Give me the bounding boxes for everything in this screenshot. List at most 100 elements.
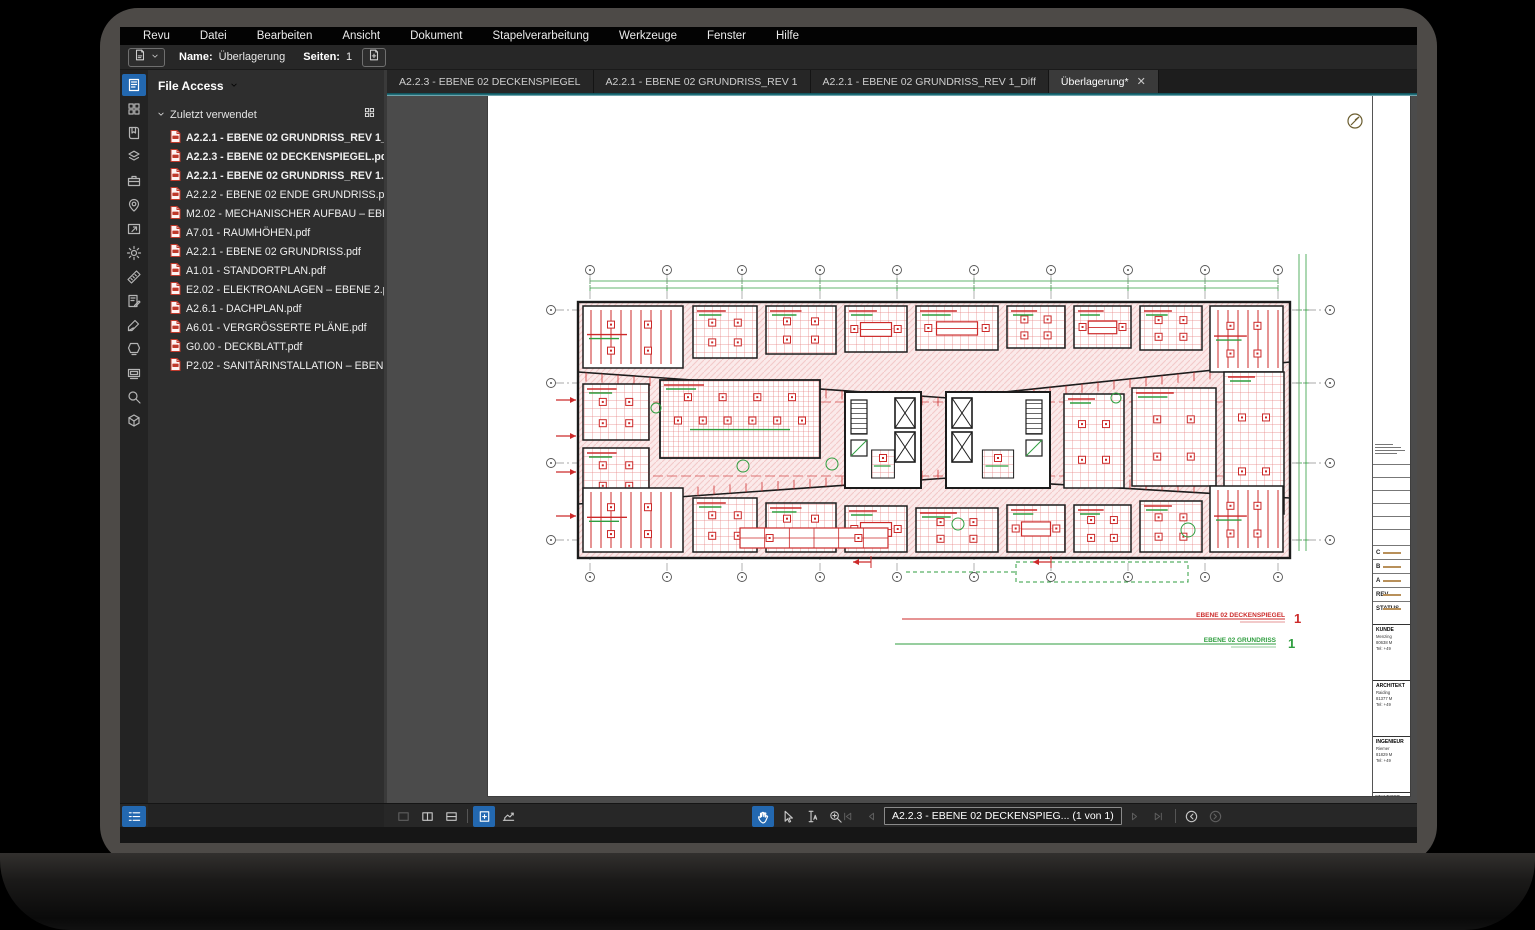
overlay-name-label: Name: [179, 51, 213, 63]
recent-files-list: A2.2.1 - EBENE 02 GRUNDRISS_REV 1_Diff.p… [148, 128, 384, 375]
menu-item-dokument[interactable]: Dokument [395, 27, 477, 45]
recent-file-item[interactable]: G0.00 - DECKBLATT.pdf [148, 337, 384, 356]
thumbnails-icon[interactable] [122, 98, 146, 120]
forms-icon[interactable] [122, 218, 146, 240]
search-icon[interactable] [122, 386, 146, 408]
title-block: CBAREVSTATUSKUNDEMenzing80638 MTel: +49A… [1372, 96, 1410, 796]
recent-file-item[interactable]: A6.01 - VERGRÖSSERTE PLÄNE.pdf [148, 318, 384, 337]
chevron-down-icon[interactable] [229, 77, 239, 95]
recent-file-item[interactable]: A2.2.1 - EBENE 02 GRUNDRISS_REV 1.pdf [148, 166, 384, 185]
split-vertical-icon[interactable] [416, 806, 438, 827]
laptop-base [0, 853, 1535, 930]
menu-bar: RevuDateiBearbeitenAnsichtDokumentStapel… [120, 27, 1417, 45]
pdf-file-icon [170, 168, 181, 184]
file-access-panel: File Access Zuletzt verwendet A2.2.1 - E… [148, 70, 384, 803]
menu-item-werkzeuge[interactable]: Werkzeuge [604, 27, 692, 45]
signature-icon[interactable] [122, 314, 146, 336]
split-horizontal-icon[interactable] [440, 806, 462, 827]
panel-title: File Access [158, 79, 224, 93]
status-bar: A2.2.3 - EBENE 02 DECKENSPIEG... (1 von … [120, 803, 1417, 827]
single-pane-icon[interactable] [392, 806, 414, 827]
menu-item-fenster[interactable]: Fenster [692, 27, 761, 45]
document-tab[interactable]: A2.2.3 - EBENE 02 DECKENSPIEGEL [387, 70, 594, 93]
tool-chest-icon[interactable] [122, 170, 146, 192]
recent-file-item[interactable]: A2.2.2 - EBENE 02 ENDE GRUNDRISS.pdf [148, 185, 384, 204]
pdf-file-icon [170, 149, 181, 165]
recent-files-label: Zuletzt verwendet [170, 109, 359, 121]
overlay-pages-label: Seiten: [303, 51, 340, 63]
menu-item-stapelverarbeitung[interactable]: Stapelverarbeitung [477, 27, 604, 45]
scanner-icon[interactable] [122, 362, 146, 384]
recent-files-section-header[interactable]: Zuletzt verwendet [148, 99, 384, 128]
svg-text:1: 1 [1288, 636, 1295, 651]
overlay-floorplan-drawing: EBENE 02 DECKENSPIEGEL 1 EBENE 02 GRUNDRIS… [488, 96, 1410, 796]
document-tab[interactable]: A2.2.1 - EBENE 02 GRUNDRISS_REV 1 [594, 70, 811, 93]
recent-file-item[interactable]: A2.2.1 - EBENE 02 GRUNDRISS.pdf [148, 242, 384, 261]
svg-text:EBENE 02 GRUNDRISS: EBENE 02 GRUNDRISS [1204, 637, 1277, 644]
prev-view-icon[interactable] [1181, 806, 1203, 827]
markup-list-icon[interactable] [122, 806, 146, 827]
markup-summary-icon[interactable] [122, 290, 146, 312]
nav-next-icon[interactable] [1124, 806, 1146, 827]
pdf-file-icon [170, 187, 181, 203]
chevron-down-icon [156, 106, 166, 124]
nav-last-icon[interactable] [1148, 806, 1170, 827]
pdf-file-icon [170, 282, 181, 298]
menu-item-bearbeiten[interactable]: Bearbeiten [242, 27, 328, 45]
nav-prev-icon[interactable] [860, 806, 882, 827]
pdf-file-icon [170, 358, 181, 374]
pdf-file-icon [170, 320, 181, 336]
svg-text:EBENE 02 DECKENSPIEGEL: EBENE 02 DECKENSPIEGEL [1196, 612, 1285, 619]
links-icon[interactable] [122, 410, 146, 432]
recent-file-item[interactable]: A1.01 - STANDORTPLAN.pdf [148, 261, 384, 280]
settings-icon[interactable] [122, 242, 146, 264]
overlay-toolbar: Name: Überlagerung Seiten: 1 [120, 45, 1417, 70]
close-tab-icon[interactable]: ✕ [1137, 75, 1146, 88]
menu-item-ansicht[interactable]: Ansicht [327, 27, 395, 45]
chevron-down-icon [150, 48, 160, 66]
recent-file-item[interactable]: A2.2.3 - EBENE 02 DECKENSPIEGEL.pdf [148, 147, 384, 166]
overlay-name-value: Überlagerung [219, 51, 286, 63]
recent-file-item[interactable]: M2.02 - MECHANISCHER AUFBAU – EBENE ... [148, 204, 384, 223]
recent-file-item[interactable]: A2.6.1 - DACHPLAN.pdf [148, 299, 384, 318]
menu-item-hilfe[interactable]: Hilfe [761, 27, 814, 45]
next-view-icon[interactable] [1205, 806, 1227, 827]
recent-file-item[interactable]: A7.01 - RAUMHÖHEN.pdf [148, 223, 384, 242]
pdf-file-icon [170, 339, 181, 355]
menu-item-datei[interactable]: Datei [185, 27, 242, 45]
recent-file-item[interactable]: E2.02 - ELEKTROANLAGEN – EBENE 2.pdf [148, 280, 384, 299]
document-tab-bar: A2.2.3 - EBENE 02 DECKENSPIEGELA2.2.1 - … [387, 70, 1417, 93]
text-select-icon[interactable] [800, 806, 822, 827]
document-canvas[interactable]: EBENE 02 DECKENSPIEGEL 1 EBENE 02 GRUNDRIS… [387, 96, 1417, 803]
pdf-file-icon [170, 244, 181, 260]
menu-item-revu[interactable]: Revu [128, 27, 185, 45]
recent-file-item[interactable]: P2.02 - SANITÄRINSTALLATION – EBENE 2.pd… [148, 356, 384, 375]
recent-file-item[interactable]: A2.2.1 - EBENE 02 GRUNDRISS_REV 1_Diff.p… [148, 128, 384, 147]
page-indicator[interactable]: A2.2.3 - EBENE 02 DECKENSPIEG... (1 von … [884, 807, 1122, 825]
measurements-icon[interactable] [122, 266, 146, 288]
overlay-document-selector[interactable] [128, 48, 165, 67]
scale-icon[interactable] [497, 806, 519, 827]
nav-first-icon[interactable] [836, 806, 858, 827]
select-icon[interactable] [776, 806, 798, 827]
spaces-icon[interactable] [122, 194, 146, 216]
document-tab[interactable]: Überlagerung*✕ [1049, 70, 1159, 93]
screen-chin [120, 827, 1417, 843]
pdf-file-icon [170, 263, 181, 279]
document-tab[interactable]: A2.2.1 - EBENE 02 GRUNDRISS_REV 1_Diff [811, 70, 1049, 93]
layers-icon[interactable] [122, 146, 146, 168]
grid-view-icon[interactable] [363, 106, 376, 124]
file-access-icon[interactable] [122, 74, 146, 96]
pan-icon[interactable] [752, 806, 774, 827]
app-window: RevuDateiBearbeitenAnsichtDokumentStapel… [120, 27, 1417, 843]
sync-views-icon[interactable] [473, 806, 495, 827]
bookmarks-icon[interactable] [122, 122, 146, 144]
panel-icon-strip [120, 70, 148, 803]
pdf-file-icon [170, 225, 181, 241]
view-mode-group [392, 804, 519, 828]
new-page-button[interactable] [362, 48, 386, 67]
stamp-icon[interactable] [122, 338, 146, 360]
svg-text:1: 1 [1294, 611, 1301, 626]
overlay-pages-value: 1 [346, 51, 352, 63]
pdf-file-icon [170, 130, 181, 146]
